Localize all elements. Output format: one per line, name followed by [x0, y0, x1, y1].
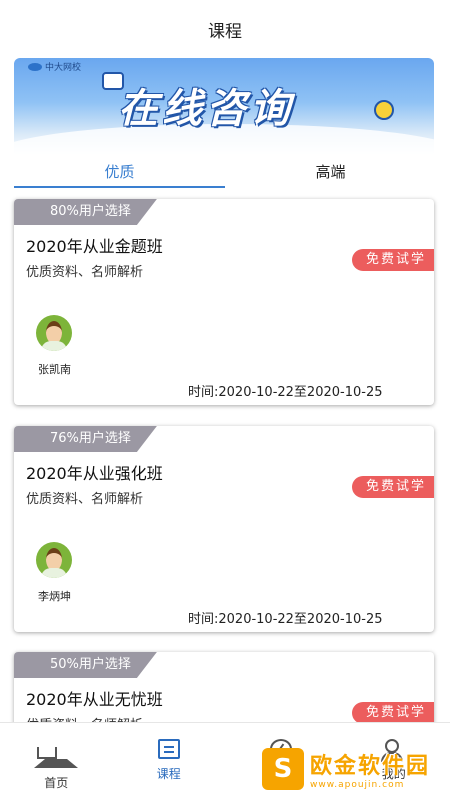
free-trial-button[interactable]: 免费试学 [352, 702, 434, 724]
popularity-badge: 76%用户选择 [14, 426, 157, 452]
watermark-logo-icon: S [262, 748, 304, 790]
course-icon [158, 739, 180, 759]
popularity-badge: 80%用户选择 [14, 199, 157, 225]
course-time: 时间:2020-10-22至2020-10-25 [188, 608, 382, 627]
course-time: 时间:2020-10-22至2020-10-25 [188, 381, 382, 400]
consult-banner[interactable]: 中大网校 在线咨询 [14, 58, 434, 156]
course-title: 2020年从业金题班 [26, 233, 163, 257]
site-watermark: S 欧金软件园 www.apoujin.com [262, 744, 448, 794]
banner-headline: 在线咨询 [118, 76, 294, 134]
nav-courses-label: 课程 [113, 765, 226, 782]
teacher-avatar [36, 542, 72, 578]
tab-premium[interactable]: 高端 [225, 156, 436, 188]
course-tabs: 优质 高端 [14, 156, 436, 188]
course-subtitle: 优质资料、名师解析 [26, 261, 143, 280]
phone-icon [374, 100, 394, 120]
teacher-avatar [36, 315, 72, 351]
course-card[interactable]: 80%用户选择 2020年从业金题班 优质资料、名师解析 免费试学 张凯南 时间… [14, 199, 434, 405]
popularity-badge: 50%用户选择 [14, 652, 157, 678]
course-card[interactable]: 76%用户选择 2020年从业强化班 优质资料、名师解析 免费试学 李炳坤 时间… [14, 426, 434, 632]
watermark-name: 欧金软件园 [310, 748, 430, 780]
course-title: 2020年从业无忧班 [26, 686, 163, 710]
nav-courses[interactable]: 课程 [113, 723, 226, 801]
free-trial-button[interactable]: 免费试学 [352, 476, 434, 498]
teacher-name: 张凯南 [38, 361, 71, 377]
page-title: 课程 [0, 0, 450, 56]
watermark-site: www.apoujin.com [310, 780, 430, 790]
free-trial-button[interactable]: 免费试学 [352, 249, 434, 271]
teacher-name: 李炳坤 [38, 588, 71, 604]
nav-home-label: 首页 [0, 774, 113, 791]
course-title: 2020年从业强化班 [26, 460, 163, 484]
home-icon [34, 739, 78, 768]
tab-quality[interactable]: 优质 [14, 156, 225, 188]
brand-name: 中大网校 [45, 60, 81, 73]
nav-home[interactable]: 首页 [0, 723, 113, 801]
course-subtitle: 优质资料、名师解析 [26, 488, 143, 507]
brand-logo: 中大网校 [28, 60, 81, 73]
brand-logo-icon [28, 63, 42, 71]
